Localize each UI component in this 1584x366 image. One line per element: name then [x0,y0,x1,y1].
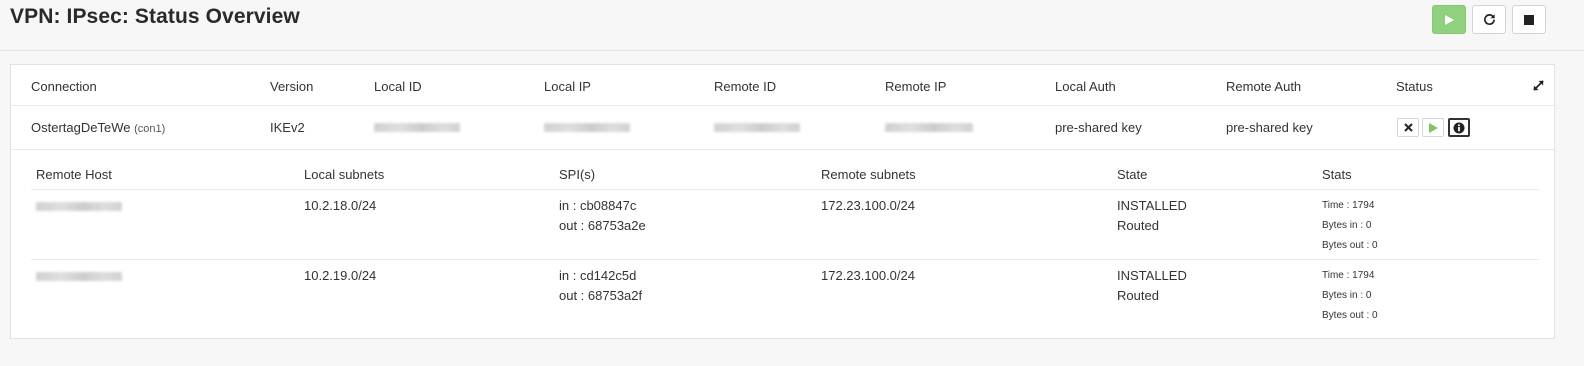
connection-name: OstertagDeTeWe [31,120,131,135]
sa-remote-subnet: 172.23.100.0/24 [821,268,915,283]
sa-spi-in: in : cd142c5d [559,268,637,283]
expand-icon[interactable] [1532,79,1545,92]
sa-stat-time: Time : 1794 [1322,270,1375,281]
connection-tag: (con1) [134,123,166,135]
connection-local-auth: pre-shared key [1055,120,1142,135]
col-header-remote-id: Remote ID [714,79,777,94]
sa-remote-host-redacted [36,272,122,281]
sa-spi-in: in : cb08847c [559,198,637,213]
stop-service-button[interactable] [1512,5,1546,34]
col-header-connection: Connection [31,79,97,94]
sa-header-spis: SPI(s) [559,167,596,182]
sa-mode: Routed [1117,288,1159,303]
sa-state: INSTALLED [1117,198,1187,213]
sa-header-remote-subnets: Remote subnets [821,167,916,182]
restart-service-button[interactable] [1472,5,1506,34]
status-panel: Connection Version Local ID Local IP Rem… [10,64,1555,339]
col-header-version: Version [270,79,314,94]
col-header-local-id: Local ID [374,79,422,94]
col-header-local-ip: Local IP [544,79,591,94]
connect-button[interactable] [1422,118,1444,137]
connection-remote-auth: pre-shared key [1226,120,1313,135]
start-service-button[interactable] [1432,5,1466,34]
local-id-redacted [374,123,460,132]
disconnect-button[interactable] [1397,118,1419,137]
close-icon [1403,123,1413,132]
col-header-status: Status [1396,79,1433,94]
col-header-local-auth: Local Auth [1055,79,1116,94]
remote-ip-redacted [885,123,973,132]
col-header-remote-auth: Remote Auth [1226,79,1302,94]
sa-remote-subnet: 172.23.100.0/24 [821,198,915,213]
sa-stat-bytes-out: Bytes out : 0 [1322,310,1378,321]
page-title: VPN: IPsec: Status Overview [10,5,300,28]
info-icon [1453,122,1465,133]
stop-icon [1524,14,1534,25]
play-icon [1445,14,1454,25]
refresh-icon [1483,14,1495,25]
sa-local-subnet: 10.2.19.0/24 [304,268,377,283]
remote-id-redacted [714,123,800,132]
connection-name-cell: OstertagDeTeWe (con1) [31,120,165,135]
sa-mode: Routed [1117,218,1159,233]
connection-version: IKEv2 [270,120,305,135]
col-header-remote-ip: Remote IP [885,79,947,94]
sa-header-local-subnets: Local subnets [304,167,385,182]
sa-spi-out: out : 68753a2f [559,288,643,303]
page-header: VPN: IPsec: Status Overview [0,0,1584,51]
play-icon [1429,122,1438,133]
sa-state: INSTALLED [1117,268,1187,283]
local-ip-redacted [544,123,630,132]
sa-header-state: State [1117,167,1148,182]
sa-stat-time: Time : 1794 [1322,200,1375,211]
sa-local-subnet: 10.2.18.0/24 [304,198,377,213]
sa-header-stats: Stats [1322,167,1352,182]
sa-header-remote-host: Remote Host [36,167,112,182]
sa-remote-host-redacted [36,202,122,211]
info-button[interactable] [1448,118,1470,137]
sa-spi-out: out : 68753a2e [559,218,646,233]
sa-stat-bytes-out: Bytes out : 0 [1322,240,1378,251]
sa-stat-bytes-in: Bytes in : 0 [1322,290,1372,301]
sa-stat-bytes-in: Bytes in : 0 [1322,220,1372,231]
